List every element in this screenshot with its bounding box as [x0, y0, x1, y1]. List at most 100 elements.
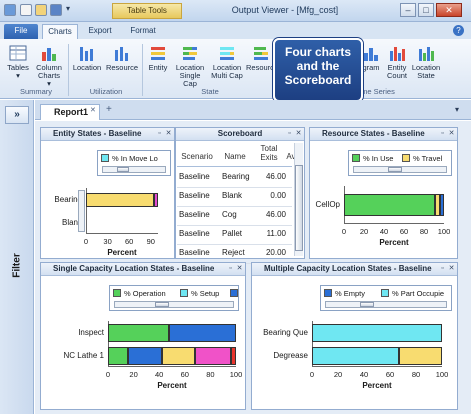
close-button[interactable]: ✕ [436, 3, 462, 17]
histogram-button[interactable]: gram [360, 44, 382, 86]
maximize-button[interactable]: □ [418, 3, 434, 17]
panel-menu-icon[interactable]: ▫ [438, 264, 447, 274]
help-icon[interactable]: ? [453, 25, 464, 36]
scoreboard-cell: 11.00 [266, 229, 286, 238]
tab-list-dropdown-icon[interactable]: ▾ [455, 105, 459, 114]
bar-segment[interactable] [344, 194, 435, 216]
chart-legend: % Empty % Part Occupie [320, 285, 452, 311]
x-axis-title: Percent [157, 381, 187, 390]
entity-count-button[interactable]: Entity Count [383, 44, 411, 86]
legend-scroll-thumb[interactable] [155, 302, 169, 307]
bar-segment[interactable] [195, 346, 231, 365]
group-separator [68, 44, 69, 96]
tab-charts[interactable]: Charts [42, 24, 78, 39]
panel-close-icon[interactable]: ✕ [447, 129, 456, 139]
new-file-icon[interactable] [20, 4, 32, 16]
legend-scroll-thumb[interactable] [117, 167, 129, 172]
entity-button[interactable]: Entity [144, 44, 172, 86]
location-multi-cap-button[interactable]: Location Multi Cap [208, 44, 246, 86]
legend-scrollbar[interactable] [102, 166, 166, 173]
legend-scroll-thumb[interactable] [360, 302, 374, 307]
bar-segment[interactable] [312, 323, 442, 342]
add-tab-icon[interactable]: + [106, 104, 112, 115]
column-header-name[interactable]: Name [220, 152, 250, 161]
panel-title: Resource States - Baseline [322, 129, 425, 138]
annotation-callout: Four charts and the Scoreboard [273, 38, 363, 102]
column-charts-icon [42, 48, 56, 61]
column-header-scenario[interactable]: Scenario [179, 152, 215, 161]
category-scrollbar[interactable] [78, 190, 85, 232]
x-tick-label: 40 [155, 370, 164, 379]
x-tick-label: 80 [206, 370, 215, 379]
window-title: Output Viewer - [Mfg_cost] [231, 5, 339, 15]
location-button[interactable]: Location [70, 44, 104, 86]
resource-state-button[interactable]: Resource [246, 44, 278, 86]
column-header-total-exits[interactable]: Total Exits [254, 144, 284, 162]
row-divider [177, 206, 292, 207]
legend-scrollbar[interactable] [114, 301, 234, 308]
location-label: Location [72, 63, 102, 72]
legend-scrollbar[interactable] [325, 301, 447, 308]
panel-close-icon[interactable]: ✕ [164, 129, 173, 139]
panel-close-icon[interactable]: ✕ [447, 264, 456, 274]
bar-segment[interactable] [230, 346, 236, 365]
panel-close-icon[interactable]: ✕ [235, 264, 244, 274]
scoreboard-vscroll[interactable] [294, 143, 303, 256]
scoreboard-cell: Reject [222, 248, 245, 257]
column-charts-button[interactable]: Column Charts ▾ [32, 44, 66, 88]
location-state-icon [419, 47, 434, 61]
entity-label: Entity [148, 63, 168, 72]
scoreboard-cell: Baseline [179, 172, 210, 181]
entity-plot-area: Bearing Blank 0 30 60 90 Percent [54, 188, 158, 257]
bar-segment[interactable] [154, 192, 158, 207]
resource-plot-area: CellOp 0 20 40 60 80 100 Percent [316, 186, 450, 247]
bar-segment[interactable] [440, 194, 444, 216]
tab-file[interactable]: File [4, 24, 38, 39]
legend-swatch [113, 289, 121, 297]
location-state-button[interactable]: Location State [411, 44, 441, 86]
x-tick-label: 30 [103, 237, 112, 246]
tab-export[interactable]: Export [82, 24, 118, 39]
tables-button[interactable]: Tables ▾ [4, 44, 32, 86]
scoreboard-cell: Pallet [222, 229, 243, 238]
open-folder-icon[interactable] [35, 4, 47, 16]
tables-dropdown-icon: ▾ [16, 71, 20, 80]
legend-swatch [230, 289, 238, 297]
group-label-state: State [201, 87, 219, 96]
panel-menu-icon[interactable]: ▫ [226, 264, 235, 274]
legend-swatch [180, 289, 188, 297]
panel-title: Multiple Capacity Location States - Base… [264, 264, 432, 273]
panel-menu-icon[interactable]: ▫ [285, 129, 294, 139]
bar-segment[interactable] [108, 346, 129, 365]
x-tick-label: 80 [411, 370, 421, 379]
minimize-button[interactable]: – [400, 3, 416, 17]
x-tick-label: 0 [105, 370, 111, 379]
location-single-cap-icon [183, 47, 197, 60]
x-tick-label: 80 [419, 227, 429, 236]
tab-format[interactable]: Format [122, 24, 164, 39]
bar-segment[interactable] [128, 346, 162, 365]
legend-scrollbar[interactable] [353, 166, 447, 173]
bar-segment[interactable] [169, 323, 236, 342]
legend-scroll-thumb[interactable] [388, 167, 402, 172]
location-single-cap-button[interactable]: Location Single Cap [172, 44, 208, 88]
qat-customize-icon[interactable]: ▾ [66, 4, 70, 13]
bar-segment[interactable] [161, 346, 196, 365]
bar-segment[interactable] [86, 192, 155, 207]
panel-menu-icon[interactable]: ▫ [155, 129, 164, 139]
scoreboard-scroll-thumb[interactable] [295, 165, 303, 251]
bar-segment[interactable] [108, 323, 170, 342]
bar-segment[interactable] [399, 346, 442, 365]
close-tab-icon[interactable]: ✕ [90, 106, 96, 114]
legend-item: % Setup [180, 289, 219, 298]
x-axis-title: Percent [379, 238, 409, 247]
filter-label[interactable]: Filter [12, 241, 23, 291]
scoreboard-cell: Baseline [179, 191, 210, 200]
resource-button[interactable]: Resource [104, 44, 140, 86]
expand-filter-button[interactable]: » [5, 106, 29, 124]
panel-close-icon[interactable]: ✕ [294, 129, 303, 139]
panel-menu-icon[interactable]: ▫ [438, 129, 447, 139]
location-icon [80, 47, 93, 61]
save-icon[interactable] [50, 4, 62, 16]
bar-segment[interactable] [312, 346, 400, 365]
